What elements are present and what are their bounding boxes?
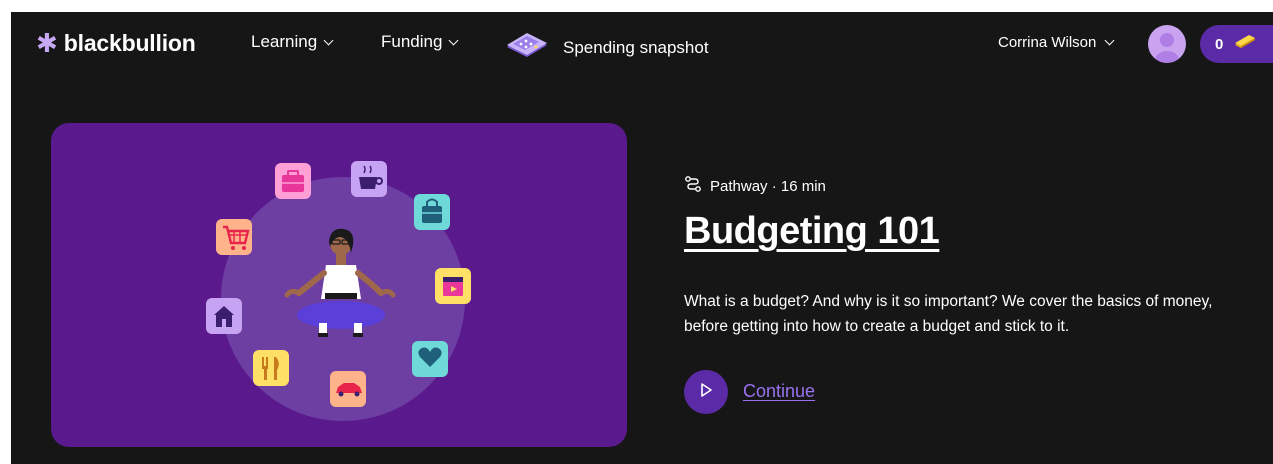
cutlery-icon: [253, 350, 289, 386]
pathway-icon: [684, 175, 702, 197]
chevron-down-icon: [323, 35, 334, 45]
suitcase-icon: [275, 163, 311, 199]
user-menu[interactable]: Corrina Wilson: [998, 34, 1115, 51]
play-button[interactable]: [684, 370, 728, 414]
nav-funding-label: Funding: [381, 32, 443, 51]
course-illustration[interactable]: [51, 123, 627, 447]
avatar[interactable]: [1148, 25, 1186, 63]
nav-spending-snapshot-label: Spending snapshot: [563, 37, 709, 57]
heart-icon: [412, 341, 448, 377]
points-count: 0: [1215, 35, 1224, 53]
person-legs: [297, 301, 385, 329]
course-meta-text: Pathway · 16 min: [710, 177, 826, 195]
course-description: What is a budget? And why is it so impor…: [684, 293, 1213, 335]
gold-bar-icon: [1233, 34, 1257, 55]
nav-learning-label: Learning: [251, 32, 318, 51]
house-icon: [206, 298, 242, 334]
brand-logo[interactable]: ✱ blackbullion: [36, 30, 196, 57]
nav-funding[interactable]: Funding: [381, 32, 459, 52]
brand-star-icon: ✱: [36, 28, 58, 59]
course-title[interactable]: Budgeting 101: [684, 210, 940, 253]
play-icon: [698, 382, 714, 403]
film-clapper-icon: [435, 268, 471, 304]
brand-name: blackbullion: [63, 30, 196, 56]
calculator-icon: [505, 32, 549, 63]
nav-spending-snapshot[interactable]: Spending snapshot: [505, 32, 709, 63]
page: ✱ blackbullion Learning Funding Spending…: [11, 12, 1273, 464]
course-meta: Pathway · 16 min: [684, 175, 826, 197]
nav-learning[interactable]: Learning: [251, 32, 334, 52]
chevron-down-icon: [1104, 35, 1115, 46]
continue-link[interactable]: Continue: [743, 381, 815, 402]
points-badge[interactable]: 0: [1200, 25, 1273, 63]
coffee-cup-icon: [351, 161, 387, 197]
chevron-down-icon: [448, 35, 459, 45]
shopping-cart-icon: [216, 219, 252, 255]
car-icon: [330, 371, 366, 407]
shopping-bag-icon: [414, 194, 450, 230]
user-name: Corrina Wilson: [998, 34, 1097, 51]
